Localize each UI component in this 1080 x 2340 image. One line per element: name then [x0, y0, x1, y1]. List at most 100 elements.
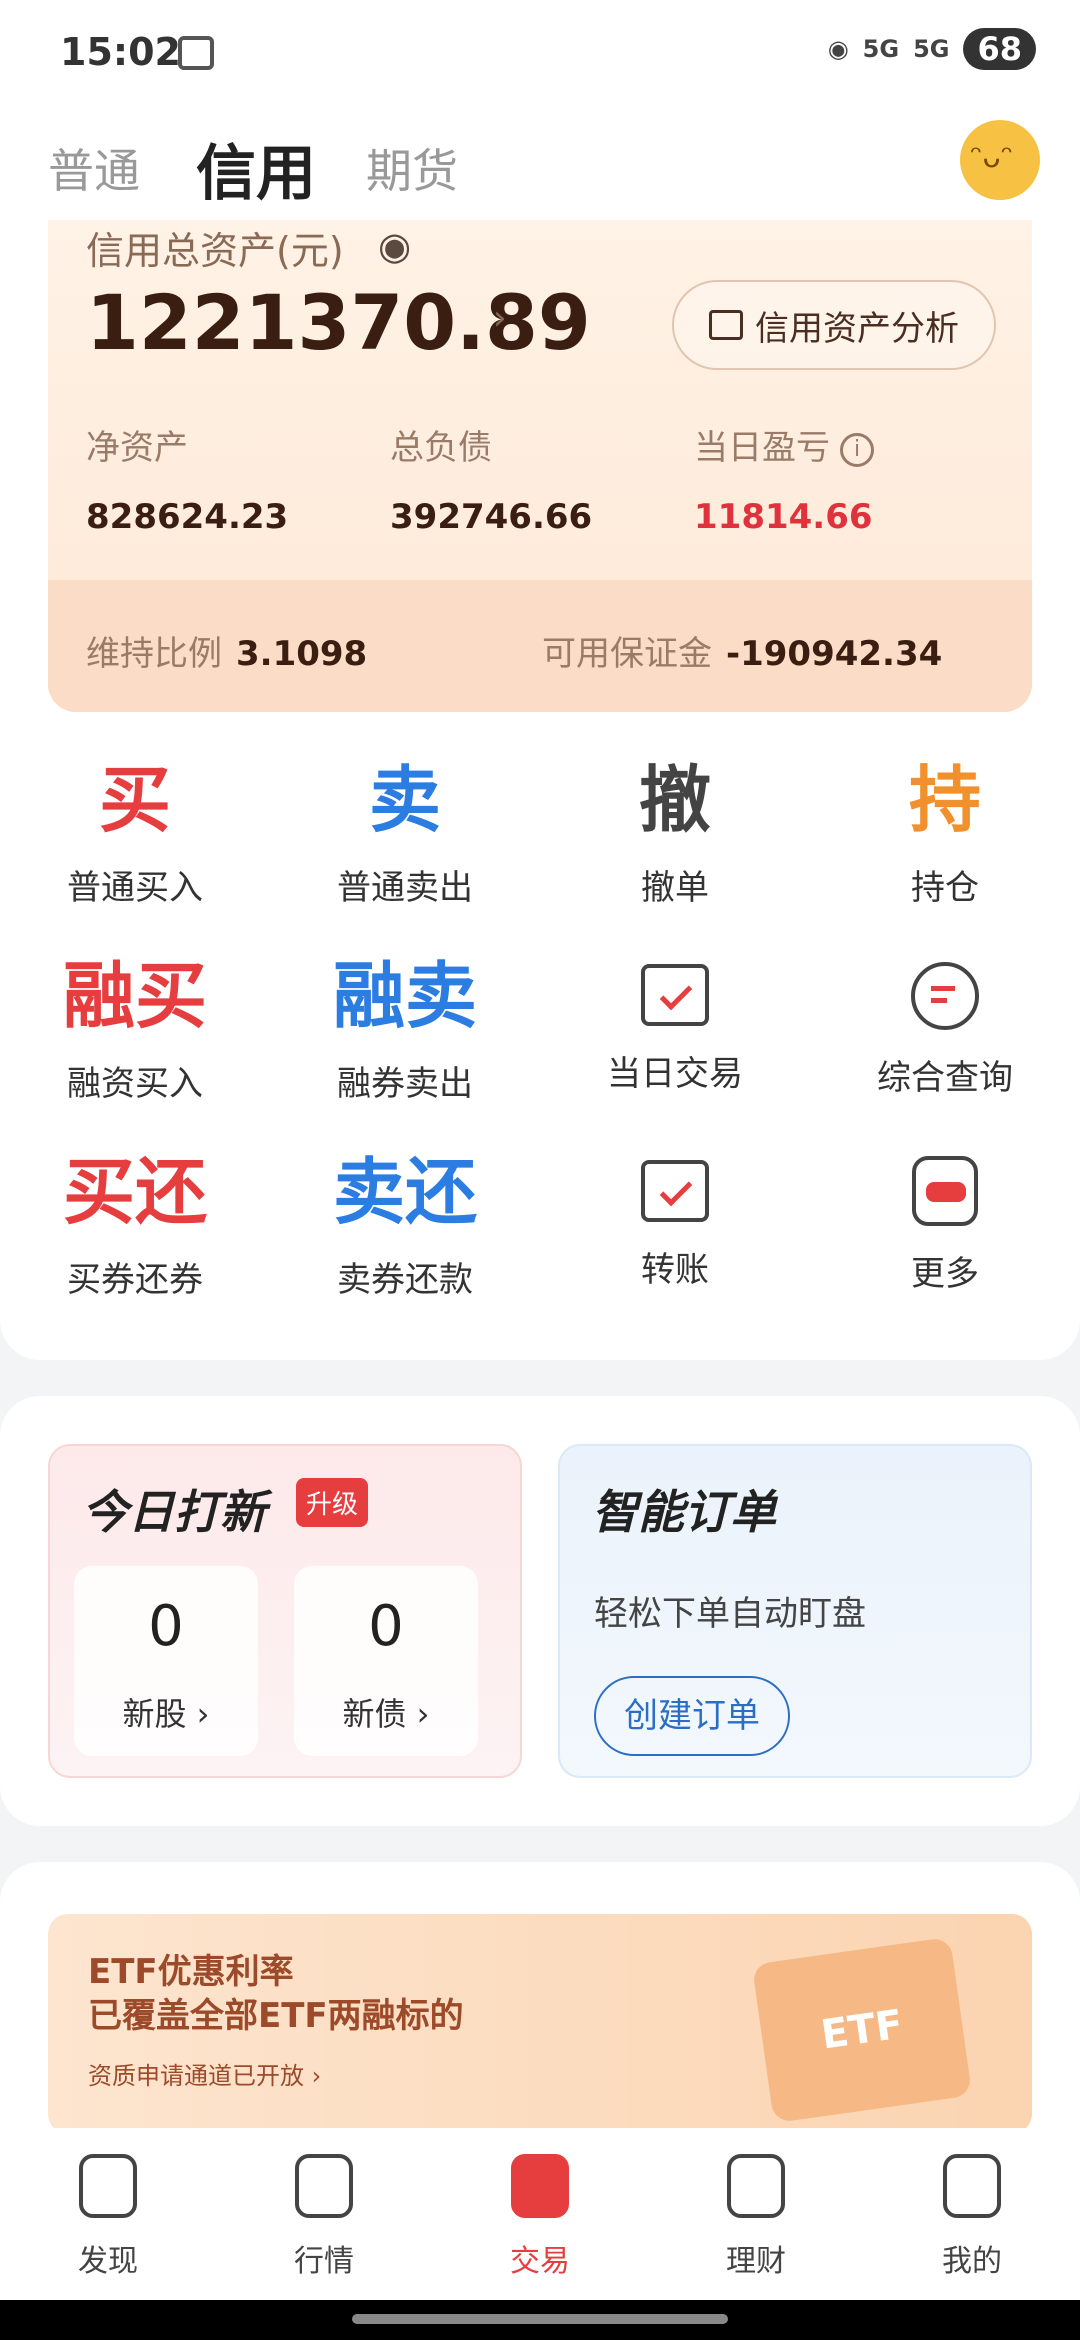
signal-5g-1: 5G [862, 35, 900, 63]
calendar-check-icon [641, 964, 709, 1026]
net-asset-label: 净资产 [86, 428, 188, 468]
etf-banner[interactable]: ETF优惠利率 已覆盖全部ETF两融标的 资质申请通道已开放 › ETF [48, 1914, 1032, 2134]
eye-icon[interactable]: ◉ [378, 224, 411, 268]
sell-repay-button[interactable]: 卖还 卖券还款 [270, 1152, 540, 1301]
signal-5g-2: 5G [913, 35, 950, 63]
new-stock-count: 0 [148, 1594, 184, 1659]
daily-pnl-value[interactable]: 11814.66 [694, 497, 874, 537]
new-stock-label: 新股 › [122, 1695, 210, 1733]
cancel-order-button[interactable]: 撤 撤单 [540, 760, 810, 909]
available-margin-value: -190942.34 [726, 634, 943, 674]
screenshot-icon [178, 36, 214, 70]
info-icon[interactable]: i [840, 432, 874, 467]
nav-mine[interactable]: 我的 [864, 2154, 1080, 2280]
margin-buy-button[interactable]: 融买 融资买入 [0, 956, 270, 1105]
new-bond-label: 新债 › [342, 1695, 430, 1733]
nav-wealth[interactable]: 理财 [648, 2154, 864, 2280]
create-order-button[interactable]: 创建订单 [594, 1676, 790, 1756]
search-icon [911, 962, 979, 1030]
transfer-button[interactable]: 转账 [540, 1152, 810, 1291]
trend-icon [295, 2154, 353, 2218]
cancel-order-label: 撤单 [641, 868, 709, 908]
daily-pnl-stat[interactable]: 当日盈亏 i 11814.66 [694, 420, 874, 537]
margin-buy-label: 融资买入 [67, 1064, 203, 1104]
sell-repay-glyph: 卖还 [332, 1150, 477, 1234]
position-button[interactable]: 持 持仓 [810, 760, 1080, 909]
daily-trades-label: 当日交易 [607, 1054, 743, 1094]
battery-indicator: 68 [963, 28, 1036, 70]
daily-pnl-label-row: 当日盈亏 i [694, 420, 874, 469]
nav-market-label: 行情 [294, 2244, 354, 2279]
tab-credit[interactable]: 信用 [196, 125, 316, 212]
ipo-card[interactable]: 今日打新 升级 0 新股 › 0 新债 › [48, 1444, 522, 1778]
chevron-right-icon[interactable]: › [493, 298, 507, 338]
nav-mine-label: 我的 [942, 2244, 1002, 2279]
normal-sell-button[interactable]: 卖 普通卖出 [270, 760, 540, 909]
wealth-icon [727, 2154, 785, 2218]
normal-buy-button[interactable]: 买 普通买入 [0, 760, 270, 909]
short-sell-button[interactable]: 融卖 融券卖出 [270, 956, 540, 1105]
trade-icon [511, 2154, 569, 2218]
ipo-title: 今日打新 [82, 1485, 266, 1539]
more-label: 更多 [911, 1254, 979, 1294]
nav-discover[interactable]: 发现 [0, 2154, 216, 2280]
nav-wealth-label: 理财 [726, 2244, 786, 2279]
maintenance-ratio[interactable]: 维持比例 3.1098 [86, 626, 367, 675]
asset-analysis-button[interactable]: 信用资产分析 [672, 280, 996, 370]
short-sell-glyph: 融卖 [332, 954, 477, 1038]
buy-return-label: 买券还券 [67, 1260, 203, 1300]
daily-trades-button[interactable]: 当日交易 [540, 956, 810, 1095]
normal-buy-label: 普通买入 [67, 868, 203, 908]
nav-market[interactable]: 行情 [216, 2154, 432, 2280]
short-sell-label: 融券卖出 [337, 1064, 473, 1104]
tab-normal[interactable]: 普通 [48, 135, 140, 201]
total-debt-label: 总负债 [390, 428, 492, 468]
transfer-icon [641, 1160, 709, 1222]
query-button[interactable]: 综合查询 [810, 956, 1080, 1099]
position-label: 持仓 [911, 868, 979, 908]
more-button[interactable]: 更多 [810, 1152, 1080, 1295]
header: 普通 信用 期货 [0, 100, 1080, 230]
query-label: 综合查询 [877, 1058, 1013, 1098]
available-margin: 可用保证金 -190942.34 [542, 626, 942, 675]
tab-futures[interactable]: 期货 [366, 135, 458, 201]
maintenance-ratio-value: 3.1098 [236, 634, 368, 674]
status-bar: 15:02 ◉ 5G 5G 68 [0, 0, 1080, 100]
feature-panel: 今日打新 升级 0 新股 › 0 新债 › 智能订单 轻松下单自动盯盘 创建订单 [0, 1396, 1080, 1826]
available-margin-label: 可用保证金 [542, 634, 712, 674]
upgrade-badge: 升级 [296, 1478, 369, 1527]
nav-trade[interactable]: 交易 [432, 2154, 648, 2280]
profile-icon [943, 2154, 1001, 2218]
banner-line2: 已覆盖全部ETF两融标的 [88, 1996, 464, 2036]
asset-total[interactable]: 1221370.89 [86, 278, 591, 367]
new-bond-box[interactable]: 0 新债 › [294, 1566, 478, 1756]
mascot-icon[interactable] [960, 120, 1040, 200]
status-time: 15:02 [60, 30, 181, 74]
new-stock-box[interactable]: 0 新股 › [74, 1566, 258, 1756]
wifi-icon: ◉ [827, 35, 849, 63]
more-icon [912, 1156, 978, 1226]
home-indicator[interactable] [352, 2314, 728, 2324]
normal-sell-glyph: 卖 [368, 758, 441, 842]
normal-buy-glyph: 买 [98, 758, 171, 842]
nav-discover-label: 发现 [78, 2244, 138, 2279]
nav-trade-label: 交易 [510, 2244, 570, 2279]
banner-line1: ETF优惠利率 [88, 1952, 294, 1992]
net-asset-stat: 净资产 828624.23 [86, 420, 288, 537]
normal-sell-label: 普通卖出 [337, 868, 473, 908]
buy-return-glyph: 买还 [62, 1150, 207, 1234]
sell-repay-label: 卖券还款 [337, 1260, 473, 1300]
net-asset-value: 828624.23 [86, 497, 289, 537]
credit-asset-card: 信用总资产(元) ◉ 1221370.89 › 信用资产分析 净资产 82862… [48, 220, 1032, 712]
transfer-label: 转账 [641, 1250, 709, 1290]
smart-order-card[interactable]: 智能订单 轻松下单自动盯盘 创建订单 [558, 1444, 1032, 1778]
buy-return-button[interactable]: 买还 买券还券 [0, 1152, 270, 1301]
position-glyph: 持 [908, 758, 981, 842]
total-debt-value: 392746.66 [390, 497, 593, 537]
new-bond-count: 0 [368, 1594, 404, 1659]
daily-pnl-label: 当日盈亏 [694, 428, 830, 468]
asset-title: 信用总资产(元) [86, 229, 344, 273]
margin-buy-glyph: 融买 [62, 954, 207, 1038]
maintenance-ratio-label: 维持比例 [86, 634, 222, 674]
asset-analysis-label: 信用资产分析 [755, 308, 959, 349]
